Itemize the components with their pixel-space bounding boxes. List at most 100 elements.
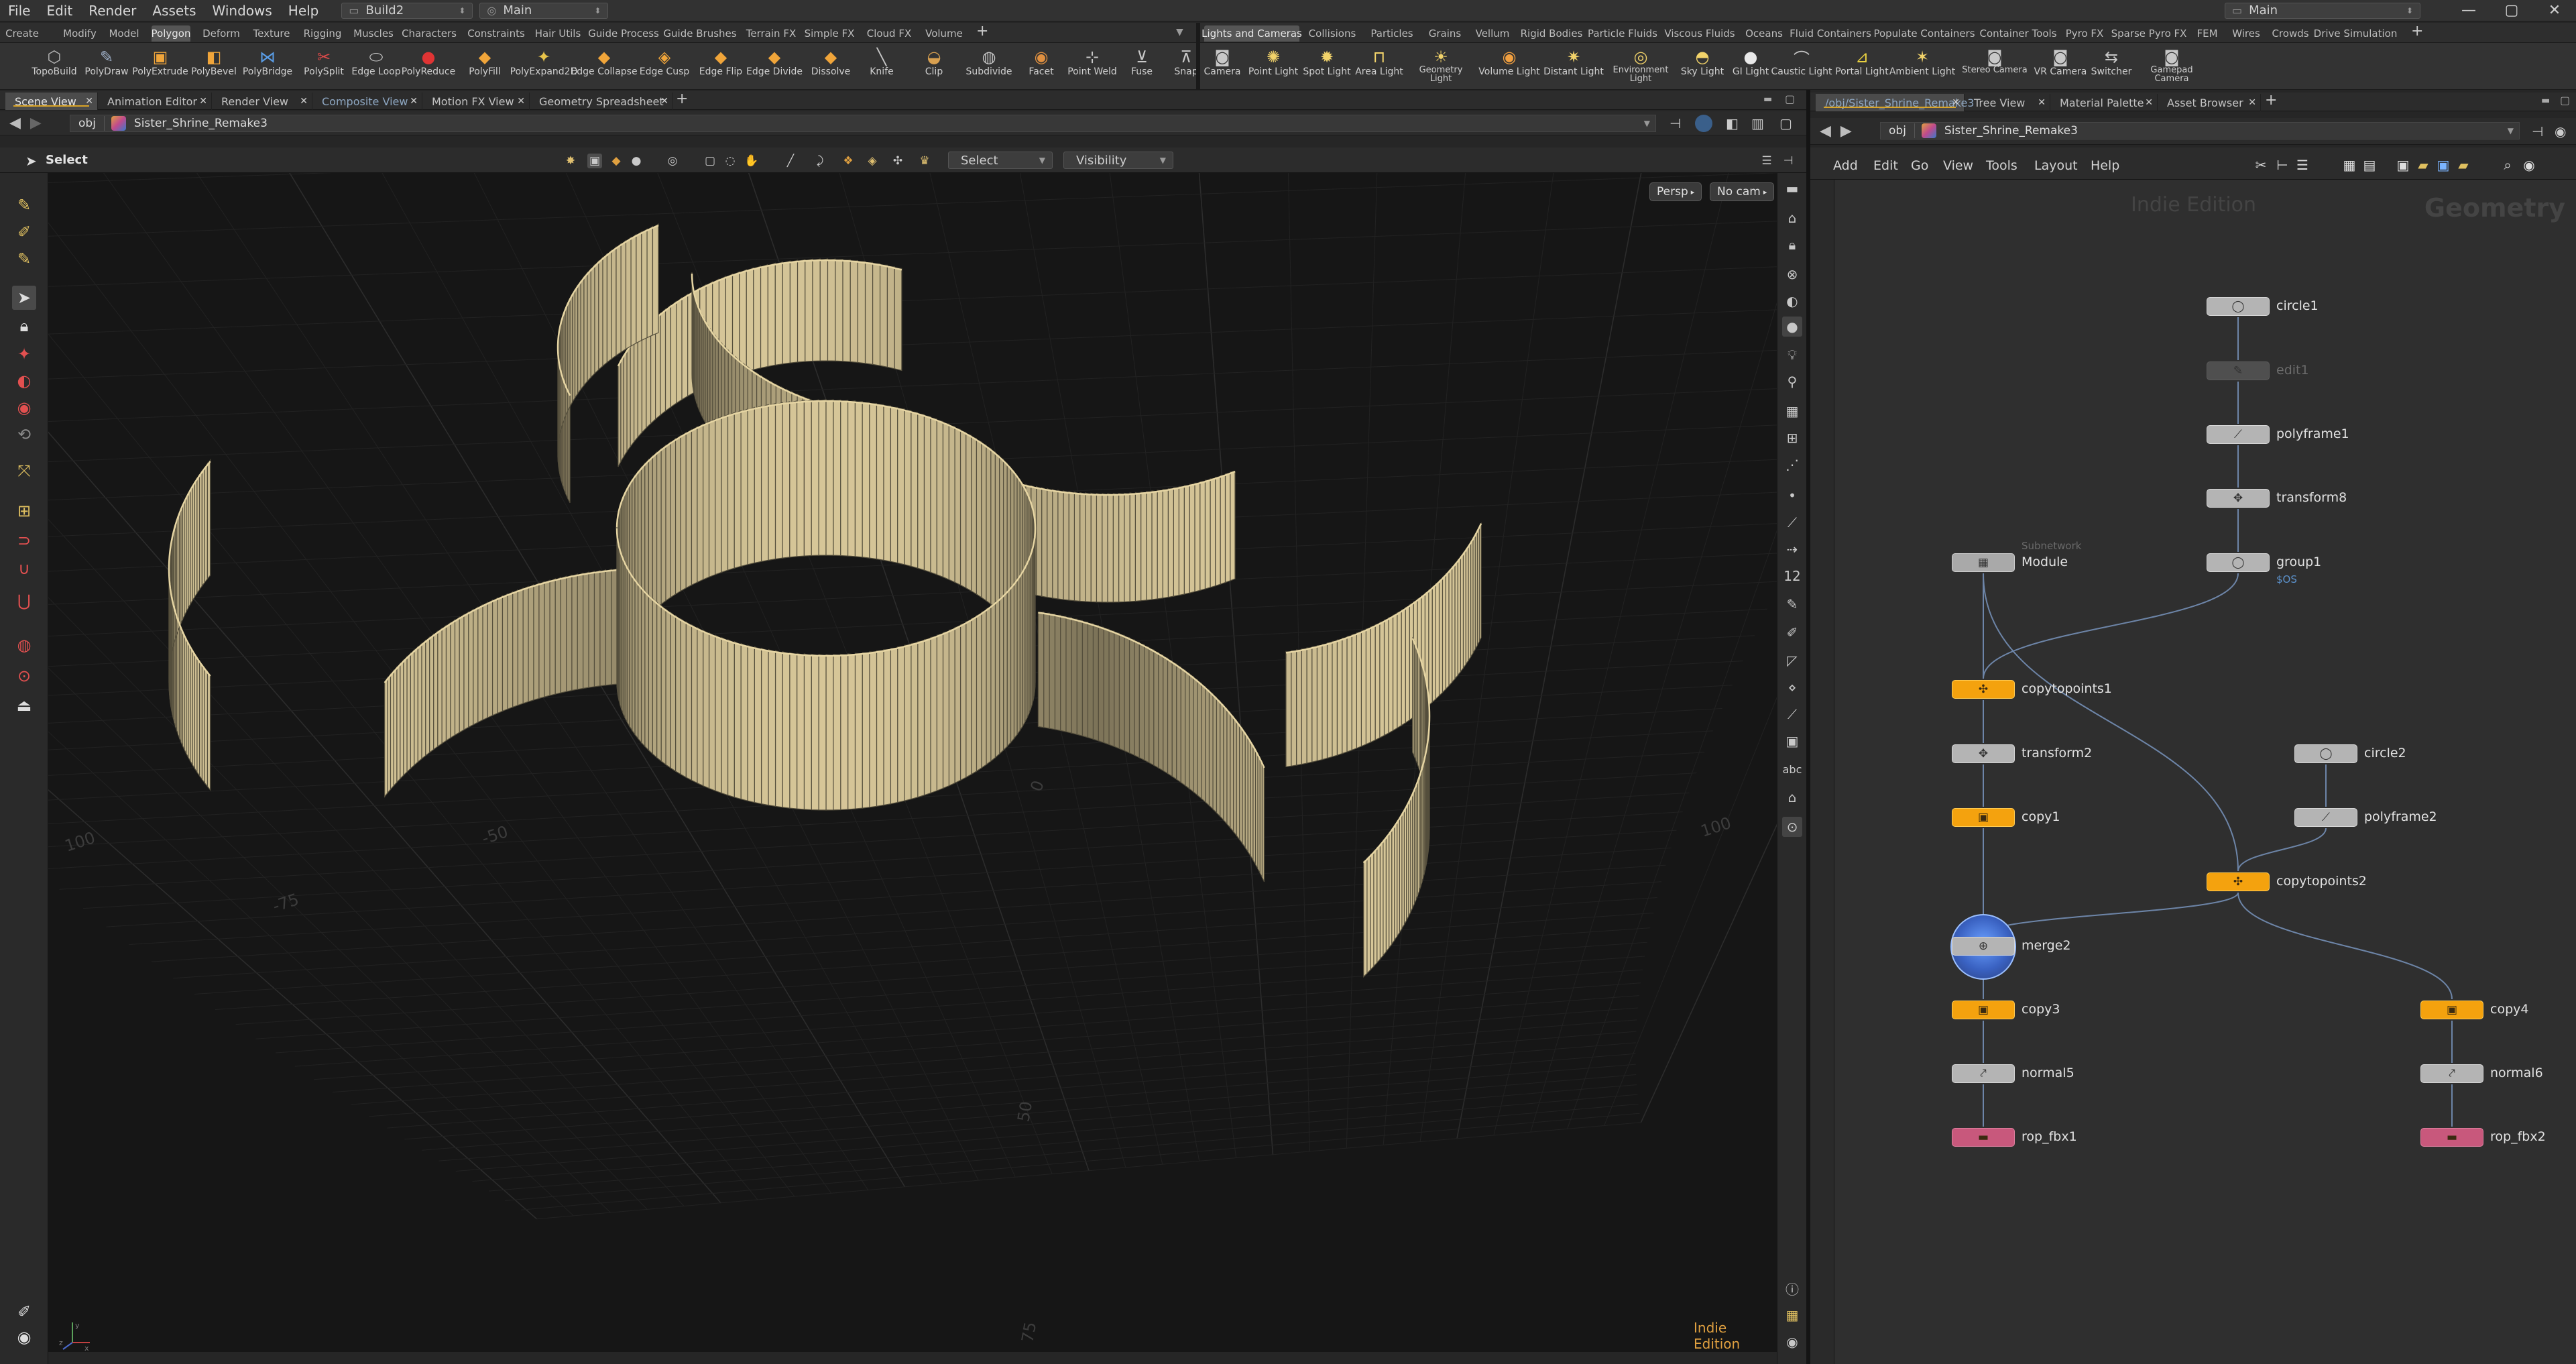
point-display-icon[interactable]: • <box>1782 486 1802 506</box>
crease-icon[interactable]: ⟋ <box>1782 704 1802 724</box>
maximize-pane-icon[interactable]: ▢ <box>1785 93 1795 105</box>
tool-polydraw[interactable]: ✎ PolyDraw <box>78 44 135 89</box>
sticky-note-icon[interactable]: ▰ <box>2414 156 2433 174</box>
tool-vr-camera[interactable]: ◙ VR Camera <box>2032 44 2089 89</box>
brush-display-icon[interactable]: ✎ <box>1782 594 1802 614</box>
menu-render[interactable]: Render <box>89 3 136 19</box>
shelf-tab-guide-process[interactable]: Guide Process <box>588 25 659 42</box>
tool-camera[interactable]: ◙ Camera <box>1193 44 1251 89</box>
scene-viewport[interactable]: 100-75-500105075100 Persp ▸ No cam ▸ Ind… <box>48 173 1777 1352</box>
rotate-icon[interactable]: ⟲ <box>12 422 36 447</box>
wrench-icon[interactable]: ✂ <box>2251 156 2270 174</box>
tool-edge-divide[interactable]: ◆ Edge Divide <box>746 44 803 89</box>
render-icon[interactable]: ⏏ <box>12 693 36 718</box>
shelf-tab-hair-utils[interactable]: Hair Utils <box>534 25 582 42</box>
tool-polyfill[interactable]: ◆ PolyFill <box>456 44 514 89</box>
lock-icon[interactable]: 🔒︎ <box>12 314 36 338</box>
back-arrow-icon[interactable]: ◀ <box>1820 123 1831 139</box>
pane-menu-icon[interactable]: ▬ <box>1763 94 1772 105</box>
shelf-tab-oceans[interactable]: Oceans <box>1742 25 1786 42</box>
tool-gamepad-camera[interactable]: ◙ Gamepad Camera <box>2143 44 2201 89</box>
grid-view-icon[interactable]: ▦ <box>2340 156 2359 174</box>
shelf-tab-particles[interactable]: Particles <box>1365 25 1419 42</box>
persp-camera-menu[interactable]: Persp ▸ <box>1649 182 1702 201</box>
tool-stereo-camera[interactable]: ◙ Stereo Camera <box>1962 44 2028 89</box>
shelf-tab-volume[interactable]: Volume <box>923 25 965 42</box>
menu-windows[interactable]: Windows <box>213 3 272 19</box>
context-selector[interactable]: ◎ Main ⬍ <box>479 2 609 19</box>
shelf-tab-terrain-fx[interactable]: Terrain FX <box>746 25 797 42</box>
shelf-tab-deform[interactable]: Deform <box>202 25 240 42</box>
magnet-alt-icon[interactable]: ∪ <box>12 557 36 581</box>
paint-display-icon[interactable]: ✐ <box>1782 622 1802 642</box>
shelf-tab-model[interactable]: Model <box>107 25 141 42</box>
path-root[interactable]: obj <box>70 117 96 130</box>
tab-render-view[interactable]: Render View ✕ <box>212 93 312 110</box>
net-menu-add[interactable]: Add <box>1833 158 1858 173</box>
close-tab-icon[interactable]: ✕ <box>2038 97 2046 108</box>
vector-icon[interactable]: ⇢ <box>1782 539 1802 559</box>
node-copy3[interactable]: ▣ <box>1952 1001 2015 1019</box>
forward-arrow-icon[interactable]: ▶ <box>30 115 42 131</box>
laser-select-icon[interactable]: ╱ <box>783 154 798 168</box>
select-geometry-icon[interactable]: ▣ <box>587 154 602 168</box>
camera-menu[interactable]: No cam ▸ <box>1710 182 1775 201</box>
fullscreen-icon[interactable]: ▢ <box>1779 115 1792 131</box>
shelf-tab-muscles[interactable]: Muscles <box>353 25 394 42</box>
add-shelf-tab-icon[interactable]: + <box>976 23 988 40</box>
select-points-icon[interactable]: ● <box>629 154 644 168</box>
toolbar-pin-icon[interactable]: ⊣ <box>1781 154 1796 168</box>
thumbnail-icon[interactable]: ▤ <box>2360 156 2379 174</box>
shelf-tab-drive-simulation[interactable]: Drive Simulation <box>2314 25 2398 42</box>
tool-polyreduce[interactable]: ● PolyReduce <box>400 44 457 89</box>
node-rop-fbx1[interactable]: ▬ <box>1952 1128 2015 1147</box>
tool-area-light[interactable]: ⊓ Area Light <box>1350 44 1408 89</box>
tool-distant-light[interactable]: ✷ Distant Light <box>1543 44 1604 89</box>
link-icon[interactable] <box>1695 115 1712 132</box>
tool-environment-light[interactable]: ◎ Environment Light <box>1612 44 1670 89</box>
close-tab-icon[interactable]: ✕ <box>300 96 308 107</box>
tool-dissolve[interactable]: ◆ Dissolve <box>802 44 860 89</box>
tab-composite-view[interactable]: Composite View ✕ <box>312 93 422 110</box>
snap-magnet-icon[interactable]: ⋃ <box>12 589 36 613</box>
node-copy1[interactable]: ▣ <box>1952 808 2015 827</box>
construct-icon[interactable]: ◉ <box>12 1325 36 1349</box>
box-select-icon[interactable]: ▢ <box>703 154 717 168</box>
add-pane-tab-icon[interactable]: + <box>676 91 688 107</box>
display-options-icon[interactable]: ▬ <box>1782 178 1802 198</box>
shelf-tab-guide-brushes[interactable]: Guide Brushes <box>663 25 736 42</box>
tool-edge-loop[interactable]: ⬭ Edge Loop <box>347 44 405 89</box>
path-node[interactable]: Sister_Shrine_Remake3 <box>1936 124 2078 137</box>
shelf-tab-modify[interactable]: Modify <box>63 25 97 42</box>
node-copytopoints2[interactable]: ✣ <box>2207 872 2270 891</box>
tool-knife[interactable]: ╲ Knife <box>853 44 911 89</box>
path-dropdown-icon[interactable]: ▼ <box>2508 126 2514 135</box>
home-view-icon[interactable]: ⊗ <box>1782 264 1802 284</box>
node-normal6[interactable]: ⤤ <box>2420 1064 2483 1083</box>
maximize-button[interactable]: ▢ <box>2490 0 2533 21</box>
node-merge2[interactable]: ⊕ <box>1952 937 2015 956</box>
menu-assets[interactable]: Assets <box>152 3 196 19</box>
folder-icon[interactable]: ▰ <box>2454 156 2473 174</box>
tool-volume-light[interactable]: ◉ Volume Light <box>1478 44 1539 89</box>
shelf-tab-fluid-containers[interactable]: Fluid Containers <box>1790 25 1871 42</box>
select-all-icon[interactable]: ♛ <box>917 154 932 168</box>
main-selector[interactable]: ▭ Main ⬍ <box>2225 2 2420 19</box>
pane-menu-icon[interactable]: ▬ <box>2541 95 2550 106</box>
path-node[interactable]: Sister_Shrine_Remake3 <box>126 117 268 130</box>
tool-edge-collapse[interactable]: ◆ Edge Collapse <box>571 44 637 89</box>
shelf-divider[interactable] <box>1196 23 1200 43</box>
smooth-shaded-icon[interactable]: ● <box>1782 317 1802 337</box>
select-prims-icon[interactable]: ◎ <box>665 154 680 168</box>
close-tab-icon[interactable]: ✕ <box>517 96 525 107</box>
select-dynamics-icon[interactable]: ◆ <box>609 154 624 168</box>
tool-facet[interactable]: ◉ Facet <box>1012 44 1070 89</box>
menu-edit[interactable]: Edit <box>46 3 72 19</box>
node-circle1[interactable]: ◯ <box>2207 297 2270 316</box>
toolbar-options-icon[interactable]: ☰ <box>1759 154 1774 168</box>
tree-layout-icon[interactable]: ⊢ <box>2273 156 2292 174</box>
snap-select-icon[interactable]: ◈ <box>865 154 880 168</box>
pose-icon[interactable]: ✎ <box>12 193 36 217</box>
shading-icon[interactable]: ◐ <box>1782 291 1802 311</box>
node-circle2[interactable]: ◯ <box>2294 744 2357 763</box>
